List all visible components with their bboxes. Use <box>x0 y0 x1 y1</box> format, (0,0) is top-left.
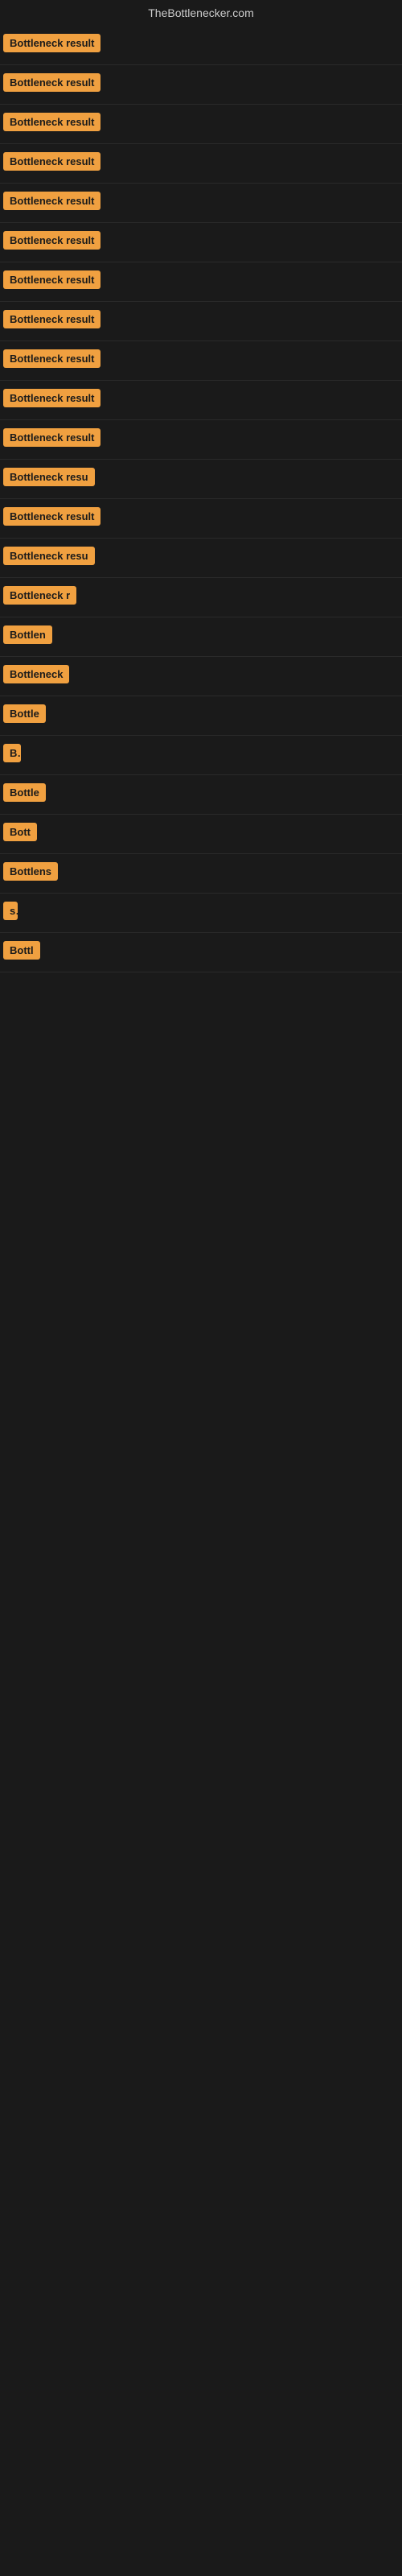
result-row-9: Bottleneck result <box>0 341 402 381</box>
bottleneck-badge-4[interactable]: Bottleneck result <box>3 152 100 171</box>
bottleneck-badge-8[interactable]: Bottleneck result <box>3 310 100 328</box>
result-row-16: Bottlen <box>0 617 402 657</box>
result-row-1: Bottleneck result <box>0 26 402 65</box>
bottleneck-badge-7[interactable]: Bottleneck result <box>3 270 100 289</box>
result-row-5: Bottleneck result <box>0 184 402 223</box>
bottleneck-badge-13[interactable]: Bottleneck result <box>3 507 100 526</box>
bottleneck-badge-23[interactable]: s <box>3 902 18 920</box>
bottleneck-badge-5[interactable]: Bottleneck result <box>3 192 100 210</box>
bottleneck-badge-9[interactable]: Bottleneck result <box>3 349 100 368</box>
result-row-8: Bottleneck result <box>0 302 402 341</box>
result-row-23: s <box>0 894 402 933</box>
result-row-14: Bottleneck resu <box>0 539 402 578</box>
results-container: Bottleneck result Bottleneck result Bottle… <box>0 26 402 972</box>
bottleneck-badge-14[interactable]: Bottleneck resu <box>3 547 95 565</box>
result-row-2: Bottleneck result <box>0 65 402 105</box>
result-row-13: Bottleneck result <box>0 499 402 539</box>
result-row-17: Bottleneck <box>0 657 402 696</box>
result-row-10: Bottleneck result <box>0 381 402 420</box>
bottleneck-badge-3[interactable]: Bottleneck result <box>3 113 100 131</box>
result-row-7: Bottleneck result <box>0 262 402 302</box>
bottleneck-badge-15[interactable]: Bottleneck r <box>3 586 76 605</box>
bottleneck-badge-2[interactable]: Bottleneck result <box>3 73 100 92</box>
bottleneck-badge-22[interactable]: Bottlens <box>3 862 58 881</box>
bottleneck-badge-16[interactable]: Bottlen <box>3 625 52 644</box>
result-row-4: Bottleneck result <box>0 144 402 184</box>
result-row-20: Bottle <box>0 775 402 815</box>
result-row-3: Bottleneck result <box>0 105 402 144</box>
result-row-19: B <box>0 736 402 775</box>
bottleneck-badge-21[interactable]: Bott <box>3 823 37 841</box>
bottleneck-badge-11[interactable]: Bottleneck result <box>3 428 100 447</box>
result-row-18: Bottle <box>0 696 402 736</box>
bottleneck-badge-6[interactable]: Bottleneck result <box>3 231 100 250</box>
bottleneck-badge-20[interactable]: Bottle <box>3 783 46 802</box>
result-row-15: Bottleneck r <box>0 578 402 617</box>
result-row-21: Bott <box>0 815 402 854</box>
result-row-6: Bottleneck result <box>0 223 402 262</box>
bottleneck-badge-12[interactable]: Bottleneck resu <box>3 468 95 486</box>
site-title: TheBottlenecker.com <box>0 0 402 26</box>
result-row-11: Bottleneck result <box>0 420 402 460</box>
bottleneck-badge-24[interactable]: Bottl <box>3 941 40 960</box>
bottleneck-badge-10[interactable]: Bottleneck result <box>3 389 100 407</box>
bottleneck-badge-19[interactable]: B <box>3 744 21 762</box>
bottleneck-badge-1[interactable]: Bottleneck result <box>3 34 100 52</box>
result-row-24: Bottl <box>0 933 402 972</box>
result-row-22: Bottlens <box>0 854 402 894</box>
result-row-12: Bottleneck resu <box>0 460 402 499</box>
bottleneck-badge-17[interactable]: Bottleneck <box>3 665 69 683</box>
bottleneck-badge-18[interactable]: Bottle <box>3 704 46 723</box>
